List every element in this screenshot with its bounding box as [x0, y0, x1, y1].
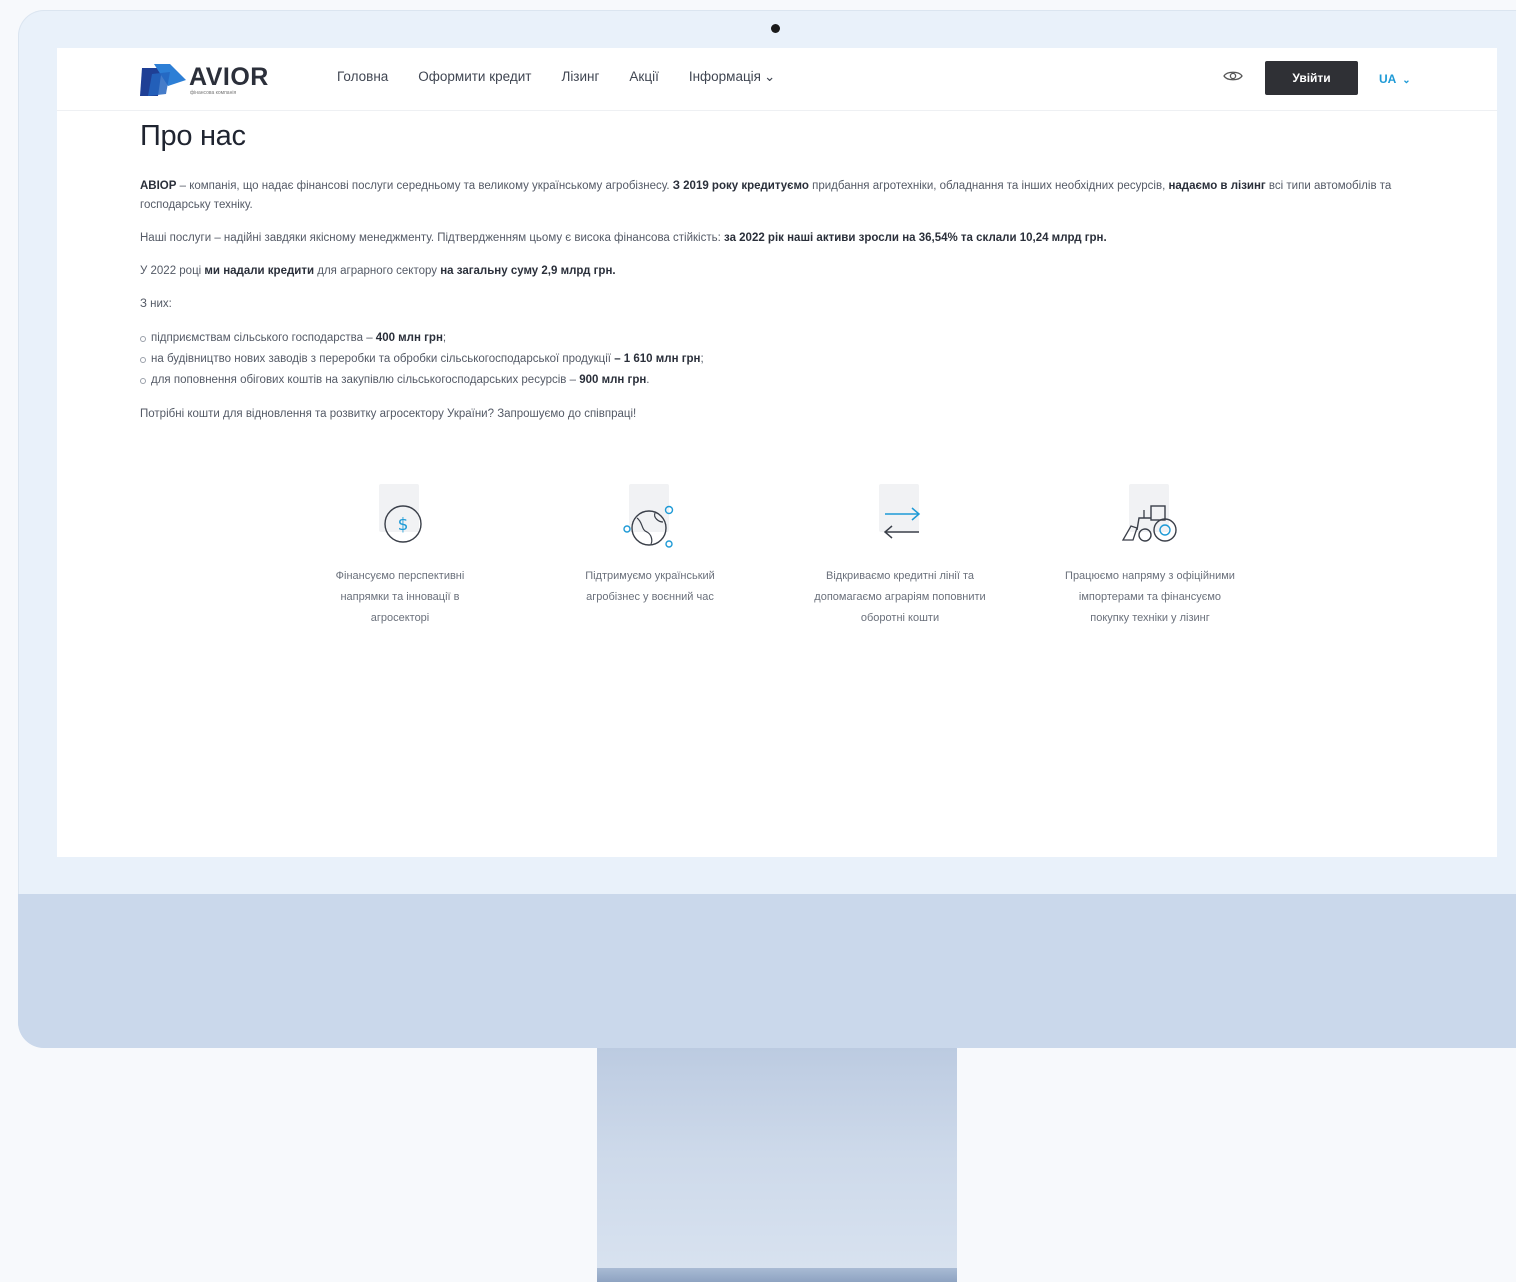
- tractor-icon: [1121, 505, 1177, 542]
- text-bold: на загальну суму 2,9 млрд грн.: [440, 265, 616, 277]
- item-end: .: [646, 374, 650, 386]
- text-fragment: для аграрного сектору: [314, 265, 441, 277]
- avior-logo[interactable]: AVIOR фінансова компанія: [140, 60, 270, 98]
- text-bold: ми надали кредити: [204, 265, 315, 277]
- feature-icon-wrap: [605, 484, 695, 564]
- camera-dot: [771, 24, 780, 33]
- stand-edge: [599, 1268, 602, 1282]
- feature-card-financing: $ Фінансуємо перспективні напрямки та ін…: [300, 484, 500, 629]
- text-fragment: Наші послуги – надійні завдяки якісному …: [140, 232, 724, 244]
- feature-card-credit-lines: Відкриваємо кредитні лінії та допомагаєм…: [800, 484, 1000, 629]
- language-label: UA: [1379, 72, 1396, 86]
- feature-icon-wrap: $: [355, 484, 445, 564]
- cooperation-paragraph: Потрібні кошти для відновлення та розвит…: [140, 408, 637, 420]
- feature-icon-wrap: [1105, 484, 1195, 564]
- list-item: для поповнення обігових коштів на закупі…: [140, 370, 1420, 391]
- text-fragment: – компанія, що надає фінансові послуги с…: [176, 180, 673, 192]
- features-row: $ Фінансуємо перспективні напрямки та ін…: [57, 484, 1497, 714]
- item-amount: 900 млн грн: [579, 374, 647, 386]
- feature-card-support: Підтримуємо український агробізнес у воє…: [550, 484, 750, 608]
- menu-item-leasing[interactable]: Лізинг: [561, 69, 599, 85]
- about-content: Про нас АВІОР – компанія, що надає фінан…: [140, 120, 1420, 424]
- chevron-down-icon: ⌄: [1402, 75, 1411, 86]
- text-bold: за 2022 рік наші активи зросли на 36,54%…: [724, 232, 1107, 244]
- text-fragment: придбання агротехніки, обладнання та інш…: [808, 180, 1169, 192]
- monitor-frame: AVIOR фінансова компанія Головна Оформит…: [18, 10, 1516, 1048]
- logo-text: AVIOR: [189, 63, 269, 91]
- menu-item-home[interactable]: Головна: [337, 69, 388, 85]
- chevron-down-icon: ⌄: [764, 69, 776, 84]
- top-navigation: AVIOR фінансова компанія Головна Оформит…: [57, 48, 1497, 111]
- login-button[interactable]: Увійти: [1265, 61, 1358, 95]
- item-amount: – 1 610 млн грн: [614, 353, 701, 365]
- feature-caption: Працюємо напряму з офіційними імпортерам…: [1065, 570, 1235, 624]
- menu-item-information[interactable]: Інформація ⌄: [689, 69, 775, 85]
- item-end: ;: [700, 353, 704, 365]
- list-item: на будівництво нових заводів з переробки…: [140, 349, 1420, 370]
- feature-caption: Підтримуємо український агробізнес у воє…: [585, 570, 715, 603]
- menu-item-information-label: Інформація: [688, 69, 761, 84]
- svg-text:$: $: [398, 515, 409, 535]
- globe-gears-icon: [623, 505, 674, 548]
- monitor-chin: [18, 894, 1516, 1048]
- logo-mark-icon: [140, 64, 186, 96]
- intro-paragraph: АВІОР – компанія, що надає фінансові пос…: [140, 177, 1420, 215]
- item-amount: 400 млн грн: [375, 332, 443, 344]
- transfer-arrows-icon: [883, 507, 921, 539]
- language-selector[interactable]: UA ⌄: [1379, 72, 1411, 86]
- item-end: ;: [442, 332, 447, 344]
- credits-paragraph: У 2022 році ми надали кредити для аграрн…: [140, 262, 1420, 281]
- text-fragment: У 2022 році: [140, 265, 205, 277]
- feature-icon-wrap: [855, 484, 945, 564]
- browser-screen: AVIOR фінансова компанія Головна Оформит…: [57, 48, 1497, 857]
- credit-breakdown-list: підприємствам сільського господарства – …: [140, 328, 1420, 391]
- dollar-coin-icon: $: [384, 505, 422, 543]
- feature-caption: Відкриваємо кредитні лінії та допомагаєм…: [814, 570, 986, 624]
- menu-item-credit[interactable]: Оформити кредит: [418, 69, 531, 85]
- monitor-stand: [597, 1048, 957, 1282]
- feature-caption: Фінансуємо перспективні напрямки та інно…: [335, 570, 465, 624]
- accessibility-eye-icon[interactable]: [1223, 69, 1243, 88]
- of-them-label: З них:: [140, 298, 172, 310]
- main-menu: Головна Оформити кредит Лізинг Акції Інф…: [337, 69, 775, 85]
- menu-item-promotions[interactable]: Акції: [629, 69, 658, 85]
- item-text: підприємствам сільського господарства –: [151, 332, 376, 344]
- company-name: АВІОР: [140, 180, 177, 192]
- item-text: на будівництво нових заводів з переробки…: [151, 353, 615, 365]
- text-bold: надаємо в лізинг: [1168, 180, 1266, 192]
- stand-edge: [952, 1268, 955, 1282]
- assets-paragraph: Наші послуги – надійні завдяки якісному …: [140, 229, 1420, 248]
- feature-card-leasing: Працюємо напряму з офіційними імпортерам…: [1050, 484, 1250, 629]
- text-bold: З 2019 року кредитуємо: [672, 180, 809, 192]
- list-item: підприємствам сільського господарства – …: [140, 328, 1420, 349]
- page-title: Про нас: [140, 120, 246, 152]
- item-text: для поповнення обігових коштів на закупі…: [151, 374, 580, 386]
- logo-subtext: фінансова компанія: [190, 90, 237, 96]
